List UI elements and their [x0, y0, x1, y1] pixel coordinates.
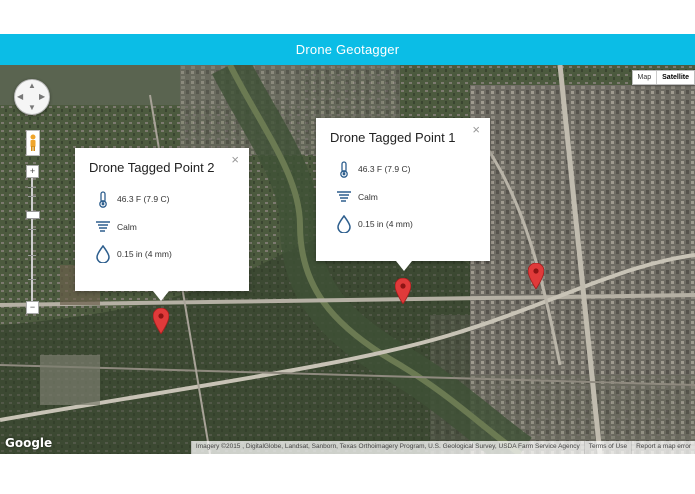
thermometer-icon	[95, 190, 111, 208]
precipitation-value: 0.15 in (4 mm)	[358, 219, 413, 229]
info-window-point-2: Drone Tagged Point 2 × 46.3 F (7.9 C) Ca…	[75, 148, 249, 301]
zoom-tick	[28, 187, 36, 188]
app-title: Drone Geotagger	[295, 42, 400, 57]
precipitation-row: 0.15 in (4 mm)	[95, 245, 172, 263]
pan-right-icon[interactable]: ▶	[39, 93, 45, 101]
zoom-out-button[interactable]: −	[26, 301, 39, 314]
bottom-blank-area	[0, 454, 695, 494]
close-icon[interactable]: ×	[472, 122, 480, 137]
zoom-tick	[28, 229, 36, 230]
map-type-map-button[interactable]: Map	[633, 71, 657, 84]
street-view-pegman-icon[interactable]	[26, 130, 40, 156]
zoom-slider-track[interactable]	[31, 165, 33, 305]
temperature-value: 46.3 F (7.9 C)	[358, 164, 411, 174]
imagery-attribution: Imagery ©2015 , DigitalGlobe, Landsat, S…	[190, 441, 584, 454]
info-window-title: Drone Tagged Point 1	[330, 130, 456, 145]
raindrop-icon	[95, 245, 111, 263]
temperature-value: 46.3 F (7.9 C)	[117, 194, 170, 204]
top-blank-area	[0, 0, 695, 34]
zoom-tick	[28, 255, 36, 256]
google-logo[interactable]: Google	[5, 436, 52, 450]
wind-icon	[336, 188, 352, 206]
pan-control[interactable]: ▲ ▼ ◀ ▶	[14, 79, 50, 115]
satellite-map[interactable]: Map Satellite ▲ ▼ ◀ ▶ + − Drone Tagged P…	[0, 65, 695, 454]
temperature-row: 46.3 F (7.9 C)	[95, 190, 169, 208]
wind-icon	[95, 218, 111, 236]
wind-row: Calm	[95, 218, 137, 236]
info-window-pointer	[153, 291, 169, 301]
thermometer-icon	[336, 160, 352, 178]
map-type-control[interactable]: Map Satellite	[631, 70, 695, 85]
wind-value: Calm	[358, 192, 378, 202]
zoom-tick	[28, 279, 36, 280]
report-map-error-link[interactable]: Report a map error	[631, 441, 695, 454]
info-window-title: Drone Tagged Point 2	[89, 160, 215, 175]
info-window-pointer	[396, 261, 412, 271]
close-icon[interactable]: ×	[231, 152, 239, 167]
zoom-slider-handle[interactable]	[26, 211, 40, 219]
pan-up-icon[interactable]: ▲	[28, 82, 36, 90]
map-attribution: Imagery ©2015 , DigitalGlobe, Landsat, S…	[190, 441, 695, 454]
map-type-satellite-button[interactable]: Satellite	[656, 71, 694, 84]
precipitation-row: 0.15 in (4 mm)	[336, 215, 413, 233]
precipitation-value: 0.15 in (4 mm)	[117, 249, 172, 259]
zoom-tick	[28, 196, 36, 197]
raindrop-icon	[336, 215, 352, 233]
wind-row: Calm	[336, 188, 378, 206]
pan-down-icon[interactable]: ▼	[28, 104, 36, 112]
info-window-point-1: Drone Tagged Point 1 × 46.3 F (7.9 C) Ca…	[316, 118, 490, 271]
wind-value: Calm	[117, 222, 137, 232]
terms-of-use-link[interactable]: Terms of Use	[583, 441, 632, 454]
app-bar: Drone Geotagger	[0, 34, 695, 65]
map-marker-point-2[interactable]	[153, 308, 169, 334]
map-marker-point-1[interactable]	[395, 278, 411, 304]
zoom-in-button[interactable]: +	[26, 165, 39, 178]
temperature-row: 46.3 F (7.9 C)	[336, 160, 410, 178]
map-marker-point-3[interactable]	[528, 263, 544, 289]
pan-left-icon[interactable]: ◀	[17, 93, 23, 101]
